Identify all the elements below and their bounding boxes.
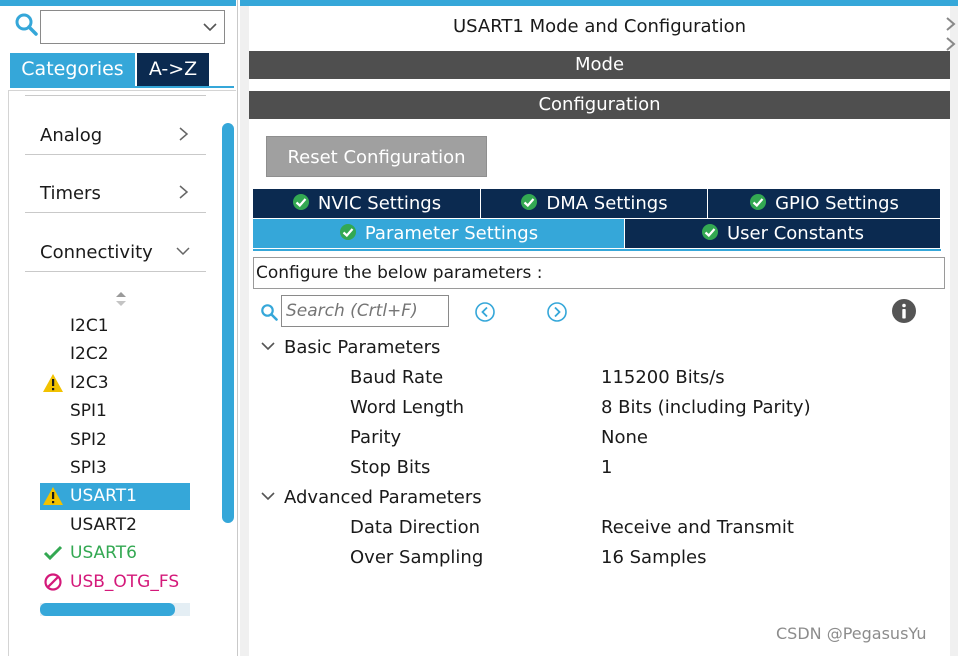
tab-gpio-settings[interactable]: GPIO Settings	[708, 189, 941, 218]
check-icon	[43, 545, 63, 561]
peripheral-item-usb-otg-fs[interactable]: USB_OTG_FS	[40, 569, 190, 596]
configuration-section-bar[interactable]: Configuration	[249, 91, 950, 119]
search-dropdown[interactable]	[40, 10, 225, 44]
horizontal-scrollbar-thumb[interactable]	[40, 603, 175, 616]
left-top-accent-bar	[0, 0, 236, 6]
peripheral-label: I2C1	[70, 316, 109, 336]
peripheral-label: USART1	[70, 486, 137, 506]
tab-user-constants[interactable]: User Constants	[625, 219, 941, 248]
param-value[interactable]: Receive and Transmit	[601, 517, 794, 538]
peripheral-item-usart1[interactable]: USART1	[40, 483, 190, 510]
chevron-down-icon	[261, 492, 275, 501]
chevron-down-icon	[176, 247, 190, 256]
watermark: CSDN @PegasusYu	[776, 624, 927, 643]
reset-configuration-button[interactable]: Reset Configuration	[266, 136, 487, 177]
param-value[interactable]: 8 Bits (including Parity)	[601, 397, 811, 418]
param-row-baud-rate[interactable]: Baud Rate 115200 Bits/s	[350, 367, 910, 397]
warning-icon	[43, 374, 63, 392]
check-circle-icon	[750, 194, 767, 210]
peripheral-item-i2c3[interactable]: I2C3	[40, 370, 190, 397]
check-circle-icon	[701, 224, 718, 240]
tabs-underline	[10, 86, 234, 88]
tab-a-z[interactable]: A->Z	[137, 53, 209, 86]
tabs-underline	[253, 249, 941, 251]
divider	[25, 95, 206, 96]
peripheral-item-i2c2[interactable]: I2C2	[40, 341, 190, 368]
tab-label: GPIO Settings	[775, 193, 899, 214]
group-label: Advanced Parameters	[284, 487, 482, 508]
chevron-down-icon[interactable]	[202, 19, 218, 35]
category-connectivity[interactable]: Connectivity	[25, 232, 206, 272]
check-circle-icon	[339, 224, 356, 240]
group-advanced-parameters[interactable]: Advanced Parameters	[260, 487, 482, 508]
param-value[interactable]: None	[601, 427, 648, 448]
parameter-search-input[interactable]	[281, 295, 449, 327]
param-name: Stop Bits	[350, 457, 431, 478]
param-row-stop-bits[interactable]: Stop Bits 1	[350, 457, 910, 487]
peripheral-label: SPI2	[70, 430, 107, 450]
peripheral-item-usart6[interactable]: USART6	[40, 540, 190, 567]
peripheral-label: USART6	[70, 543, 137, 563]
peripheral-label: I2C2	[70, 344, 109, 364]
tab-dma-settings[interactable]: DMA Settings	[481, 189, 708, 218]
group-basic-parameters[interactable]: Basic Parameters	[260, 337, 440, 358]
chevron-right-icon	[179, 185, 189, 199]
info-icon[interactable]	[891, 298, 917, 324]
tab-label: NVIC Settings	[317, 193, 442, 214]
category-label: Timers	[40, 183, 101, 204]
param-row-data-direction[interactable]: Data Direction Receive and Transmit	[350, 517, 910, 547]
param-value[interactable]: 16 Samples	[601, 547, 707, 568]
search-icon	[261, 304, 278, 321]
page-title: USART1 Mode and Configuration	[452, 16, 747, 37]
peripheral-item-spi1[interactable]: SPI1	[40, 398, 190, 425]
peripheral-label: USART2	[70, 515, 137, 535]
peripheral-label: SPI1	[70, 401, 107, 421]
param-name: Over Sampling	[350, 547, 484, 568]
peripheral-item-usart2[interactable]: USART2	[40, 512, 190, 539]
prohibited-icon	[44, 573, 62, 591]
tab-label: DMA Settings	[546, 193, 668, 214]
param-name: Word Length	[350, 397, 465, 418]
category-analog[interactable]: Analog	[25, 115, 206, 155]
category-label: Analog	[40, 125, 103, 146]
param-name: Parity	[350, 427, 402, 448]
tab-nvic-settings[interactable]: NVIC Settings	[253, 189, 481, 218]
param-row-word-length[interactable]: Word Length 8 Bits (including Parity)	[350, 397, 910, 427]
chevron-right-icon	[179, 127, 189, 141]
param-row-parity[interactable]: Parity None	[350, 427, 910, 457]
peripheral-label: I2C3	[70, 373, 109, 393]
peripheral-item-spi2[interactable]: SPI2	[40, 427, 190, 454]
param-value[interactable]: 1	[601, 457, 612, 478]
arrow-right-circle-icon[interactable]	[546, 301, 568, 323]
category-timers[interactable]: Timers	[25, 173, 206, 213]
warning-icon	[43, 487, 63, 505]
param-row-over-sampling[interactable]: Over Sampling 16 Samples	[350, 547, 910, 577]
sort-icon[interactable]	[113, 290, 129, 308]
tab-label: Parameter Settings	[364, 223, 539, 244]
peripheral-item-i2c1[interactable]: I2C1	[40, 313, 190, 340]
tab-parameter-settings[interactable]: Parameter Settings	[253, 219, 625, 248]
peripheral-label: USB_OTG_FS	[70, 572, 180, 592]
tab-categories[interactable]: Categories	[10, 53, 135, 86]
vertical-scrollbar-thumb[interactable]	[222, 123, 234, 523]
param-name: Baud Rate	[350, 367, 444, 388]
search-icon[interactable]	[14, 12, 38, 36]
param-value[interactable]: 115200 Bits/s	[601, 367, 725, 388]
check-circle-icon	[521, 194, 538, 210]
peripheral-label: SPI3	[70, 458, 107, 478]
param-name: Data Direction	[350, 517, 481, 538]
configure-instructions: Configure the below parameters :	[253, 257, 945, 289]
group-label: Basic Parameters	[284, 337, 441, 358]
check-circle-icon	[292, 194, 309, 210]
arrow-left-circle-icon[interactable]	[474, 301, 496, 323]
mode-section-bar[interactable]: Mode	[249, 51, 950, 79]
tab-label: User Constants	[726, 223, 865, 244]
category-label: Connectivity	[40, 242, 153, 263]
chevron-down-icon	[261, 342, 275, 351]
peripheral-item-spi3[interactable]: SPI3	[40, 455, 190, 482]
